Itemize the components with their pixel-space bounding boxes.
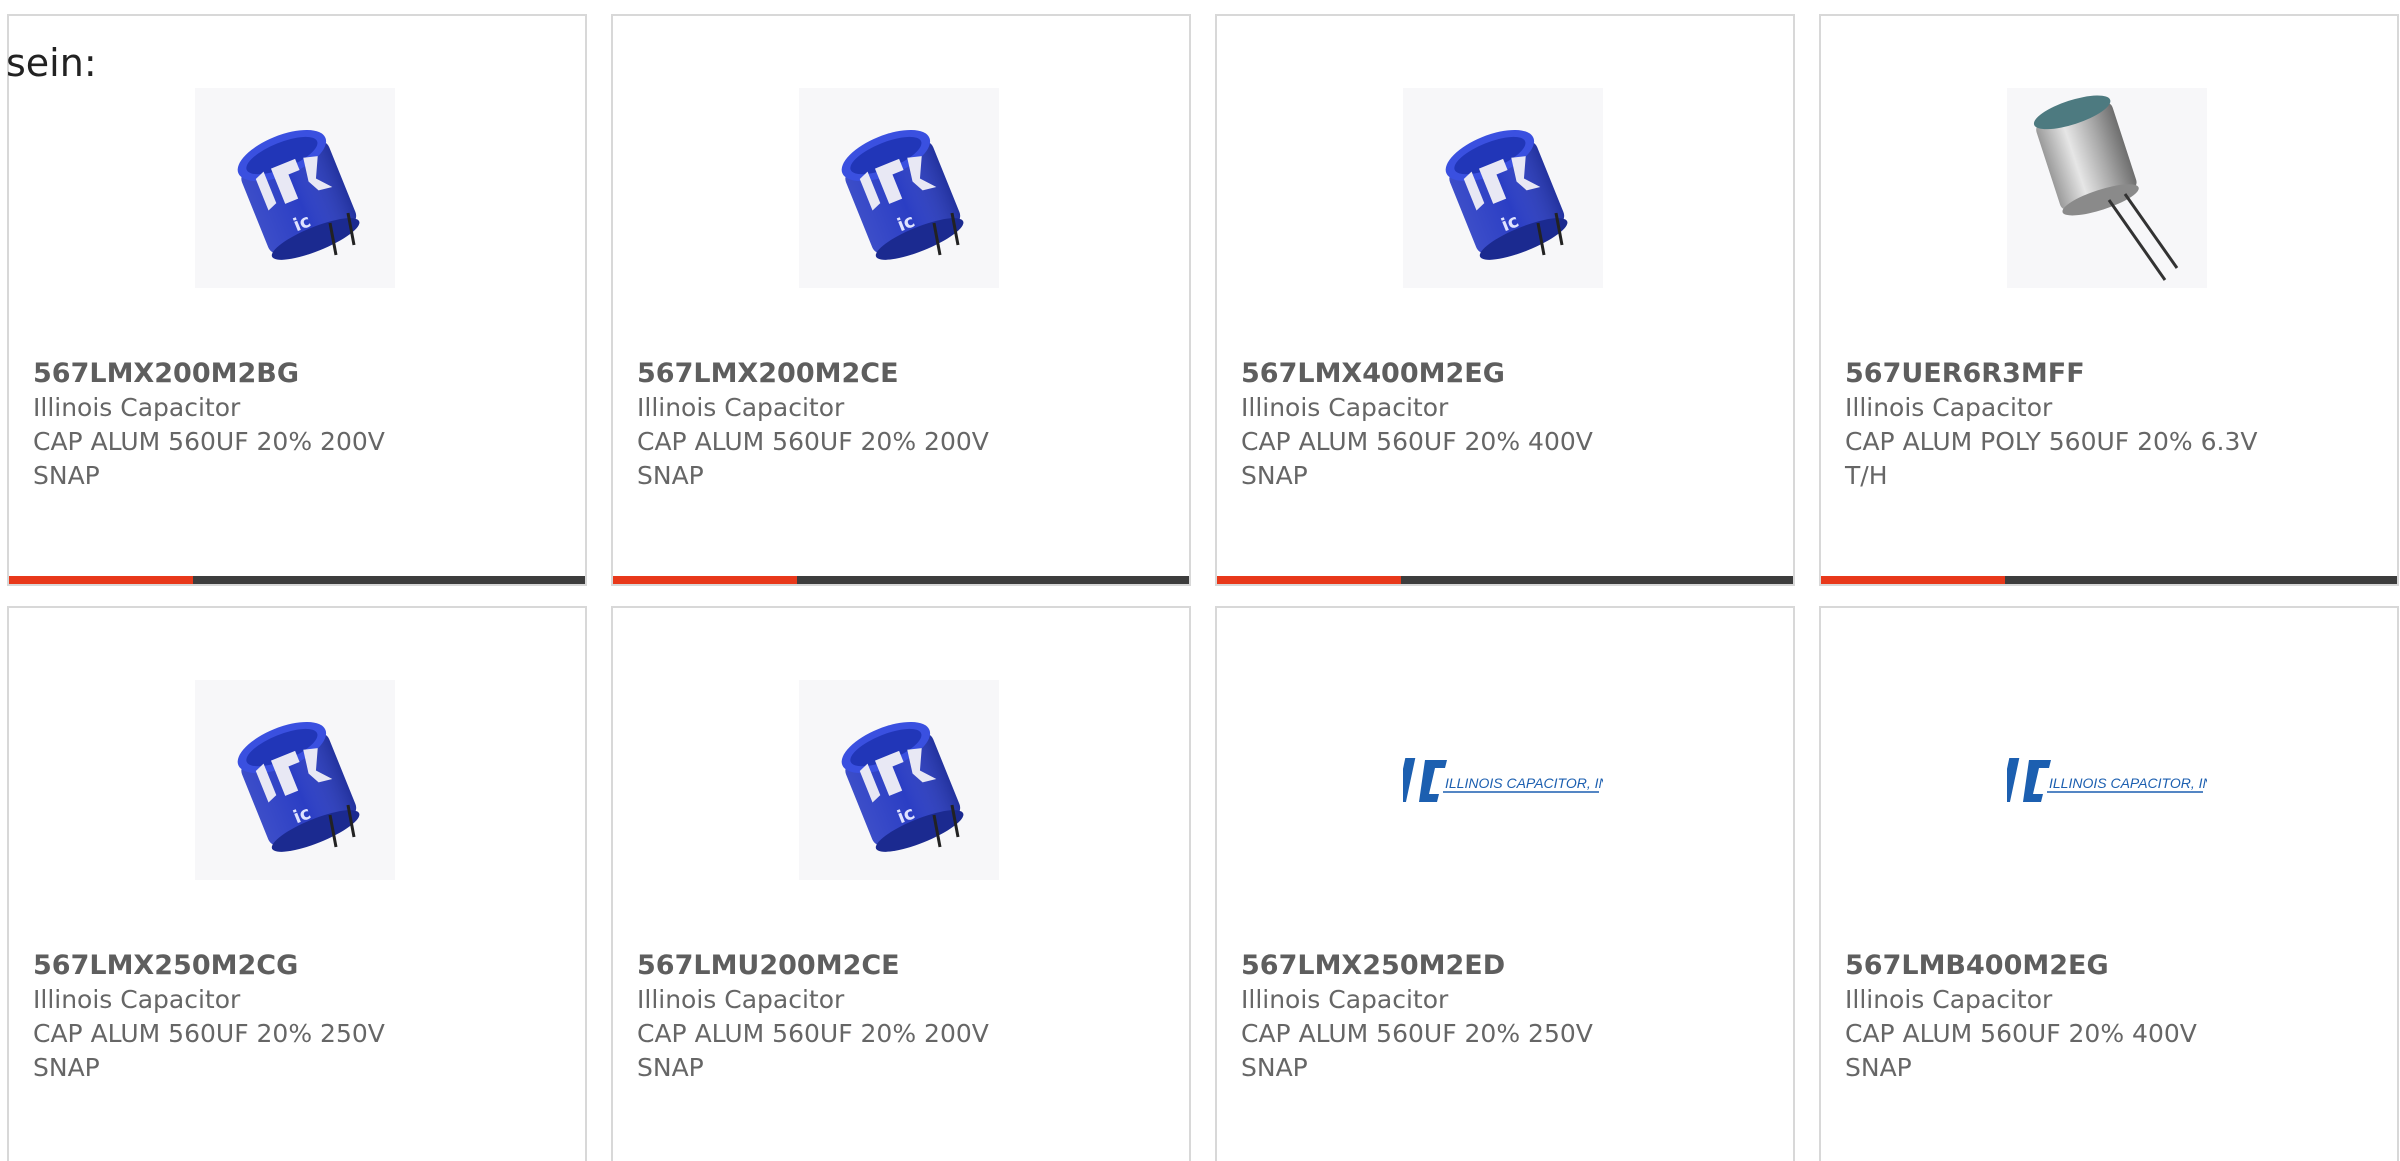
product-card[interactable]: ic 567LMU200M2CE Illinois Capacitor CAP … <box>611 606 1191 1161</box>
manufacturer: Illinois Capacitor <box>33 985 241 1014</box>
description-line-2: SNAP <box>33 1053 100 1082</box>
blue-snap-capacitor-icon: ic <box>841 129 964 260</box>
product-card[interactable]: ic 567LMX200M2CE Illinois Capacitor CAP … <box>611 14 1191 586</box>
blue-snap-capacitor-icon: ic <box>841 721 964 852</box>
manufacturer: Illinois Capacitor <box>637 985 845 1014</box>
manufacturer: Illinois Capacitor <box>637 393 845 422</box>
part-number[interactable]: 567LMX200M2CE <box>637 357 1167 391</box>
product-grid-page: sein: ic 567LMX200M2BG Illinois Capacito… <box>0 0 2400 1161</box>
product-image[interactable]: ic <box>195 680 395 880</box>
logo-text: ILLINOIS CAPACITOR, INC. <box>2049 775 2207 791</box>
manufacturer: Illinois Capacitor <box>1845 985 2053 1014</box>
logo-text: ILLINOIS CAPACITOR, INC. <box>1445 775 1603 791</box>
product-card[interactable]: ic 567LMX200M2BG Illinois Capacitor CAP … <box>7 14 587 586</box>
description-line-1: CAP ALUM POLY 560UF 20% 6.3V <box>1845 427 2258 456</box>
product-info: 567LMU200M2CE Illinois Capacitor CAP ALU… <box>637 949 1167 1085</box>
product-info: 567LMX200M2CE Illinois Capacitor CAP ALU… <box>637 357 1167 493</box>
part-number[interactable]: 567UER6R3MFF <box>1845 357 2375 391</box>
description-line-2: SNAP <box>1241 1053 1308 1082</box>
description-line-2: SNAP <box>1241 461 1308 490</box>
manufacturer: Illinois Capacitor <box>1241 393 1449 422</box>
blue-snap-capacitor-icon: ic <box>1445 129 1568 260</box>
product-info: 567LMB400M2EG Illinois Capacitor CAP ALU… <box>1845 949 2375 1085</box>
product-card[interactable]: ic 567LMX250M2CG Illinois Capacitor CAP … <box>7 606 587 1161</box>
description-line-2: SNAP <box>33 461 100 490</box>
progress-fill <box>1821 576 2006 584</box>
description-line-1: CAP ALUM 560UF 20% 200V <box>637 427 989 456</box>
progress-bar <box>9 576 585 584</box>
product-image[interactable] <box>2007 88 2207 288</box>
product-info: 567LMX250M2ED Illinois Capacitor CAP ALU… <box>1241 949 1771 1085</box>
description-line-2: SNAP <box>637 1053 704 1082</box>
part-number[interactable]: 567LMB400M2EG <box>1845 949 2375 983</box>
product-image[interactable]: ic <box>799 88 999 288</box>
progress-bar <box>1821 576 2397 584</box>
description-line-2: SNAP <box>637 461 704 490</box>
description-line-1: CAP ALUM 560UF 20% 250V <box>1241 1019 1593 1048</box>
progress-fill <box>613 576 798 584</box>
part-number[interactable]: 567LMX250M2CG <box>33 949 563 983</box>
product-info: 567LMX200M2BG Illinois Capacitor CAP ALU… <box>33 357 563 493</box>
blue-snap-capacitor-icon: ic <box>237 721 360 852</box>
illinois-capacitor-logo-icon: ILLINOIS CAPACITOR, INC. <box>2007 758 2207 802</box>
description-line-2: SNAP <box>1845 1053 1912 1082</box>
product-card[interactable]: ILLINOIS CAPACITOR, INC. 567LMB400M2EG I… <box>1819 606 2399 1161</box>
product-image[interactable]: ILLINOIS CAPACITOR, INC. <box>2007 680 2207 880</box>
product-image[interactable]: ILLINOIS CAPACITOR, INC. <box>1403 680 1603 880</box>
radial-capacitor-icon <box>2033 95 2179 281</box>
product-card[interactable]: ILLINOIS CAPACITOR, INC. 567LMX250M2ED I… <box>1215 606 1795 1161</box>
part-number[interactable]: 567LMU200M2CE <box>637 949 1167 983</box>
product-card[interactable]: 567UER6R3MFF Illinois Capacitor CAP ALUM… <box>1819 14 2399 586</box>
description-line-1: CAP ALUM 560UF 20% 250V <box>33 1019 385 1048</box>
progress-bar <box>1217 576 1793 584</box>
description-line-1: CAP ALUM 560UF 20% 200V <box>637 1019 989 1048</box>
product-image[interactable]: ic <box>799 680 999 880</box>
description-line-1: CAP ALUM 560UF 20% 200V <box>33 427 385 456</box>
intro-text: sein: <box>6 41 97 85</box>
manufacturer: Illinois Capacitor <box>1845 393 2053 422</box>
product-image[interactable]: ic <box>195 88 395 288</box>
product-info: 567LMX250M2CG Illinois Capacitor CAP ALU… <box>33 949 563 1085</box>
illinois-capacitor-logo-icon: ILLINOIS CAPACITOR, INC. <box>1403 758 1603 802</box>
manufacturer: Illinois Capacitor <box>33 393 241 422</box>
product-grid: ic 567LMX200M2BG Illinois Capacitor CAP … <box>7 14 2399 1161</box>
description-line-1: CAP ALUM 560UF 20% 400V <box>1845 1019 2197 1048</box>
part-number[interactable]: 567LMX250M2ED <box>1241 949 1771 983</box>
manufacturer: Illinois Capacitor <box>1241 985 1449 1014</box>
progress-fill <box>9 576 194 584</box>
progress-fill <box>1217 576 1402 584</box>
product-info: 567LMX400M2EG Illinois Capacitor CAP ALU… <box>1241 357 1771 493</box>
blue-snap-capacitor-icon: ic <box>237 129 360 260</box>
description-line-2: T/H <box>1845 461 1888 490</box>
product-card[interactable]: ic 567LMX400M2EG Illinois Capacitor CAP … <box>1215 14 1795 586</box>
product-image[interactable]: ic <box>1403 88 1603 288</box>
part-number[interactable]: 567LMX400M2EG <box>1241 357 1771 391</box>
product-info: 567UER6R3MFF Illinois Capacitor CAP ALUM… <box>1845 357 2375 493</box>
part-number[interactable]: 567LMX200M2BG <box>33 357 563 391</box>
description-line-1: CAP ALUM 560UF 20% 400V <box>1241 427 1593 456</box>
progress-bar <box>613 576 1189 584</box>
